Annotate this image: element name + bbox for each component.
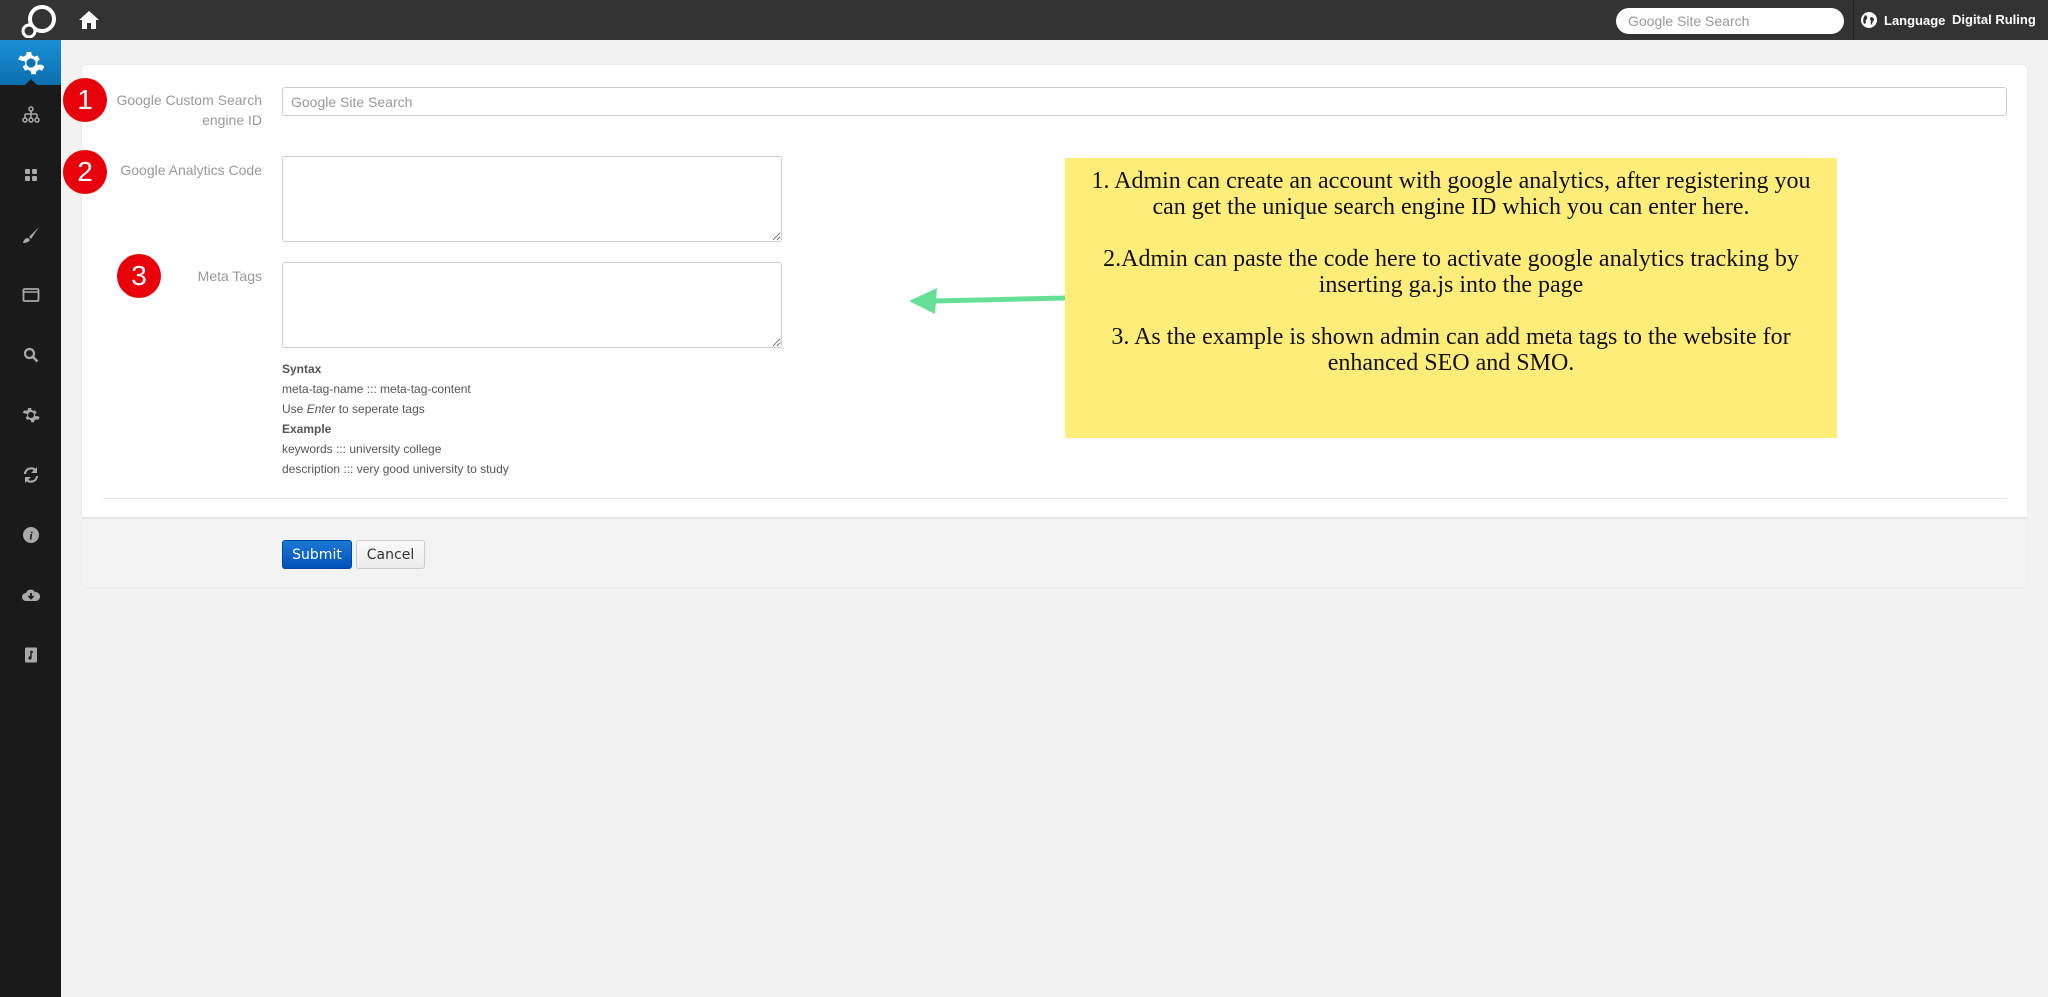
sidebar-item-dashboard[interactable] [0, 155, 61, 195]
cancel-button[interactable]: Cancel [356, 540, 425, 569]
annotation-note-3: 3. As the example is shown admin can add… [1111, 324, 1791, 376]
syntax-line: meta-tag-name ::: meta-tag-content [282, 382, 471, 396]
user-menu[interactable]: Digital Ruling [1952, 12, 2036, 27]
annotation-arrow-icon [909, 288, 1066, 314]
sidebar-item-media[interactable] [0, 635, 61, 675]
submit-button[interactable]: Submit [282, 540, 352, 569]
gear-icon [17, 51, 44, 74]
sidebar-item-sync[interactable] [0, 455, 61, 495]
annotation-note: 1. Admin can create an account with goog… [1065, 158, 1837, 438]
sidebar: i [0, 40, 61, 997]
info-icon: i [22, 527, 39, 543]
form-divider [102, 498, 2007, 499]
example-title: Example [282, 422, 332, 436]
sidebar-item-config[interactable] [0, 395, 61, 435]
sidebar-item-settings-active[interactable] [0, 40, 61, 86]
annotation-note-1: 1. Admin can create an account with goog… [1091, 168, 1811, 220]
refresh-icon [23, 467, 38, 483]
home-icon[interactable] [78, 10, 100, 30]
meta-tags-help: Syntax meta-tag-name ::: meta-tag-conten… [282, 359, 509, 479]
analytics-code-label: Google Analytics Code [120, 162, 262, 178]
sidebar-item-pages[interactable] [0, 275, 61, 315]
use-enter-hint: Use Enter to seperate tags [282, 399, 509, 419]
site-search-input[interactable] [1616, 8, 1844, 34]
search-engine-id-label: Google Custom Search engine ID [116, 92, 262, 128]
topbar-divider [1853, 0, 1854, 40]
search-icon [23, 347, 38, 363]
hint-prefix: Use [282, 402, 307, 416]
hint-key: Enter [306, 402, 336, 416]
language-menu[interactable]: Language [1860, 10, 1945, 30]
example-line-1: keywords ::: university college [282, 442, 442, 456]
globe-icon [1861, 12, 1877, 28]
sidebar-item-design[interactable] [0, 215, 61, 255]
cloud-download-icon [21, 589, 40, 601]
sidebar-item-backup[interactable] [0, 575, 61, 615]
meta-tags-label: Meta Tags [197, 268, 262, 284]
example-line-2: description ::: very good university to … [282, 462, 509, 476]
sidebar-item-about[interactable]: i [0, 515, 61, 555]
sitemap-icon [21, 106, 40, 123]
music-file-icon [24, 647, 37, 663]
analytics-code-textarea[interactable] [282, 156, 782, 242]
sidebar-item-sitemap[interactable] [0, 95, 61, 135]
sidebar-item-seo[interactable] [0, 335, 61, 375]
app-logo-icon[interactable] [20, 4, 58, 38]
meta-tags-textarea[interactable] [282, 262, 782, 348]
syntax-title: Syntax [282, 362, 322, 376]
annotation-note-2: 2.Admin can paste the code here to activ… [1103, 246, 1799, 298]
grid-icon [24, 169, 37, 181]
language-label: Language [1884, 12, 1946, 28]
top-bar: Language Digital Ruling [0, 0, 2048, 40]
search-engine-id-input[interactable] [282, 87, 2007, 116]
window-icon [22, 288, 39, 302]
settings-icon [22, 407, 40, 423]
brush-icon [22, 227, 39, 243]
hint-suffix: to seperate tags [335, 402, 425, 416]
